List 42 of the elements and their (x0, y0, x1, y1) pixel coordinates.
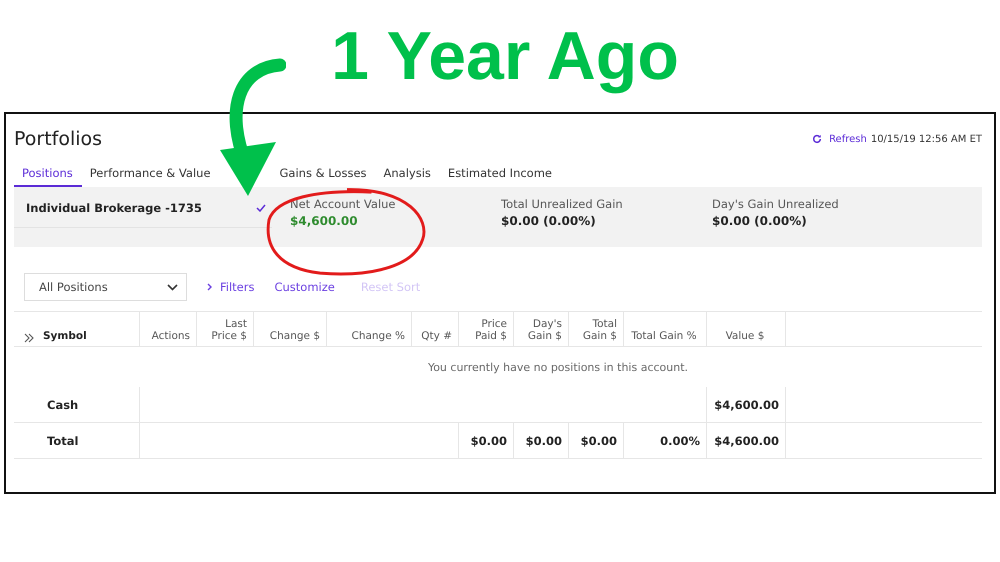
tab[interactable]: Estimated Income (440, 162, 561, 187)
metric-label: Day's Gain Unrealized (712, 197, 840, 211)
column-header[interactable]: Total Gain $ (569, 311, 624, 347)
empty-message: You currently have no positions in this account. (428, 360, 688, 374)
metric-label: Total Unrealized Gain (501, 197, 624, 211)
row-label: Total (14, 423, 140, 459)
metric-value: $4,600.00 (290, 214, 359, 228)
table-cell: $4,600.00 (707, 387, 786, 423)
column-header[interactable]: Total Gain % (624, 311, 707, 347)
table-cell: $0.00 (514, 423, 569, 459)
column-header[interactable]: Price Paid $ (459, 311, 514, 347)
toolbar-link[interactable]: Customize (274, 280, 335, 294)
column-header[interactable]: Symbol (14, 311, 140, 347)
page-title: Portfolios (14, 128, 102, 150)
check-icon (256, 204, 266, 212)
tab[interactable]: Performance & Value (82, 162, 220, 187)
view-dropdown[interactable]: All Positions (24, 273, 187, 301)
refresh-link[interactable]: Refresh (829, 134, 867, 144)
toolbar-link[interactable]: Filters (207, 280, 254, 294)
table-cell: 0.00% (624, 423, 707, 459)
column-header[interactable]: Actions (140, 311, 197, 347)
refresh-icon[interactable] (812, 134, 822, 144)
metric-value: $0.00 (0.00%) (712, 214, 808, 228)
row-label: Cash (14, 387, 140, 423)
column-header[interactable]: Change % (327, 311, 412, 347)
column-header[interactable]: Change $ (254, 311, 327, 347)
double-chevron-icon[interactable] (24, 333, 35, 343)
table-cell: $4,600.00 (707, 423, 786, 459)
tab[interactable]: Analysis (376, 162, 440, 187)
chevron-right-icon (207, 283, 212, 291)
column-header[interactable]: Qty # (412, 311, 459, 347)
refresh-timestamp: 10/15/19 12:56 AM ET (870, 134, 982, 144)
annotation-headline: 1 Year Ago (331, 17, 679, 95)
chevron-down-icon (167, 284, 178, 290)
column-header[interactable]: Last Price $ (197, 311, 254, 347)
account-selector[interactable]: Individual Brokerage -1735 (14, 195, 272, 228)
metric-value: $0.00 (0.00%) (501, 214, 597, 228)
column-header[interactable]: Value $ (707, 311, 786, 347)
table-cell: $0.00 (569, 423, 624, 459)
tab[interactable]: Gains & Losses (272, 162, 376, 187)
table-cell: $0.00 (459, 423, 514, 459)
column-header[interactable]: Day's Gain $ (514, 311, 569, 347)
